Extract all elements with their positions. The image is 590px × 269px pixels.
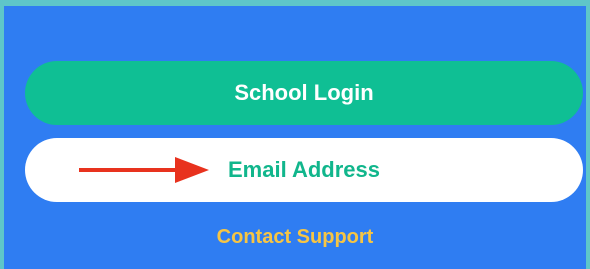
school-login-button[interactable]: School Login	[25, 61, 583, 125]
red-arrow-icon	[79, 157, 209, 183]
contact-support-link[interactable]: Contact Support	[4, 226, 586, 249]
login-panel: School Login Email Address Contact Suppo…	[4, 6, 586, 269]
